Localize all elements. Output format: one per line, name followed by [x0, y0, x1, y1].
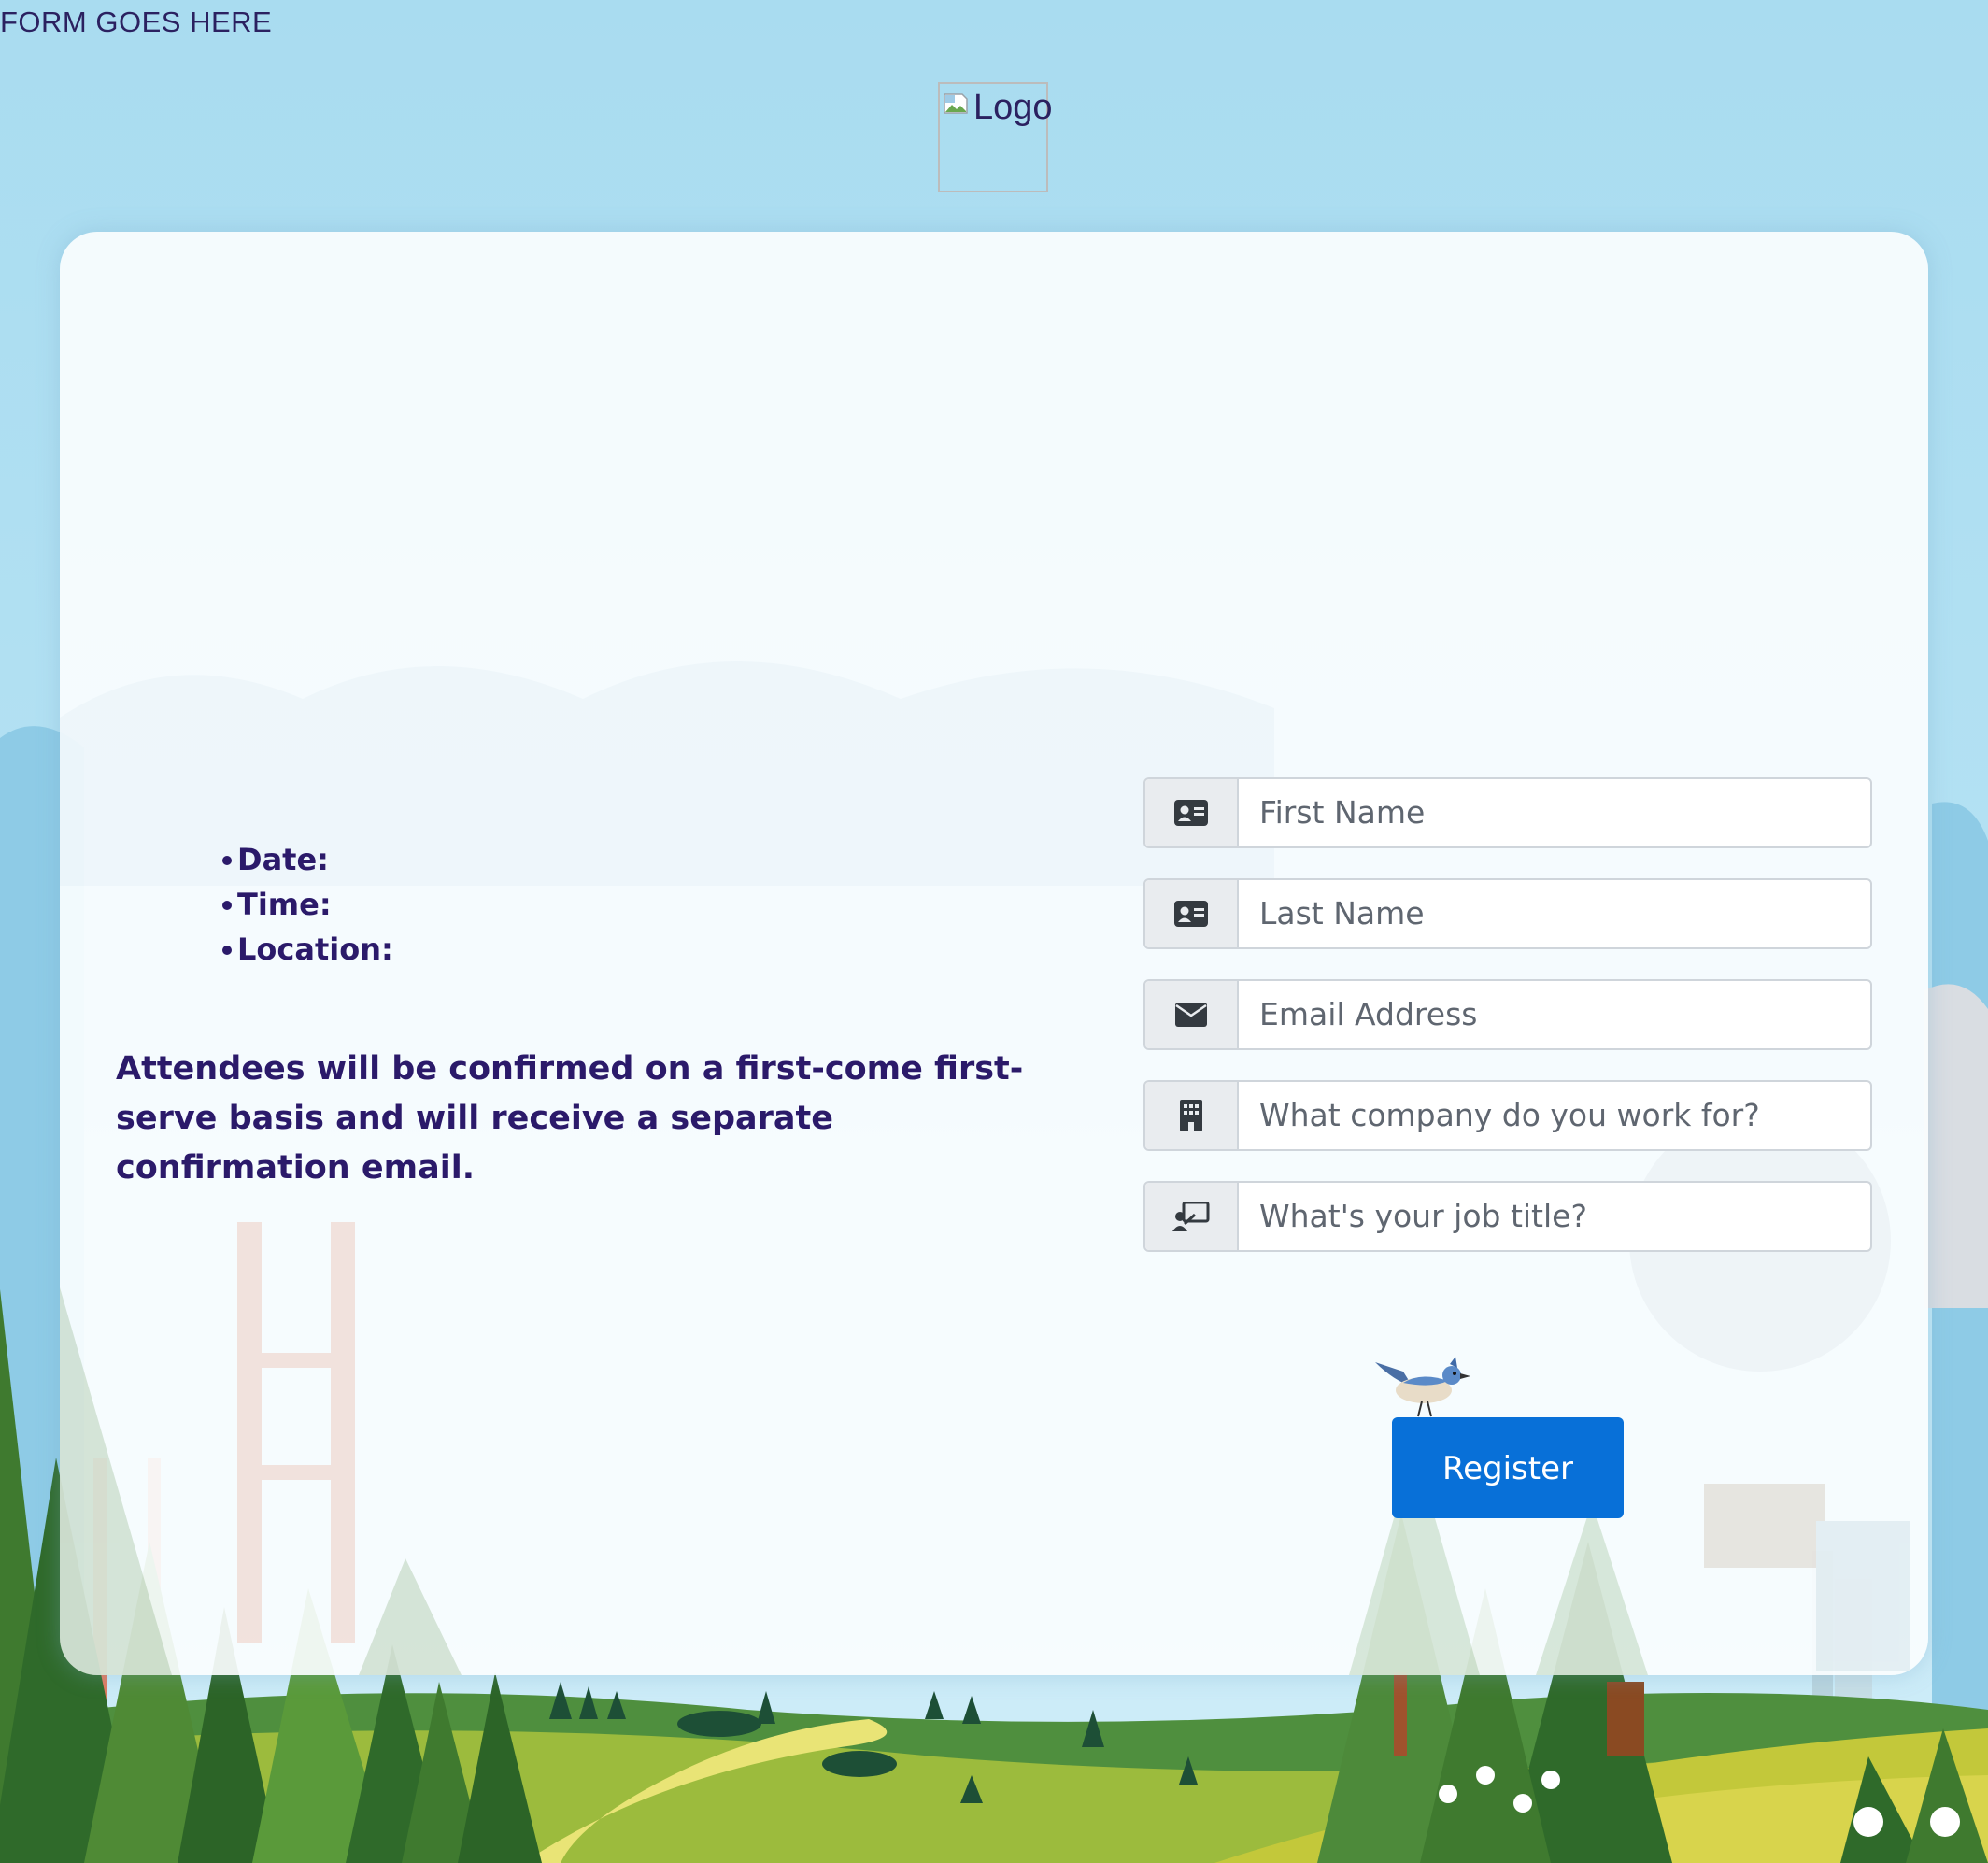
event-detail-location: Location: [163, 927, 393, 972]
event-detail-date: Date: [163, 837, 393, 882]
broken-image-icon [944, 93, 968, 114]
event-detail-label: Date: [237, 842, 329, 877]
id-card-icon [1145, 880, 1239, 947]
presenter-icon [1145, 1183, 1239, 1250]
id-card-icon [1145, 779, 1239, 846]
first-name-input[interactable] [1239, 779, 1870, 846]
form-placeholder-text: FORM GOES HERE [0, 6, 273, 38]
company-input[interactable] [1239, 1082, 1870, 1149]
bird-illustration [1375, 1357, 1470, 1417]
company-field[interactable]: What company do you work for? [1143, 1080, 1872, 1151]
event-details-list: Date: Time: Location: [163, 837, 393, 972]
building-icon [1145, 1082, 1239, 1149]
last-name-input[interactable] [1239, 880, 1870, 947]
logo-alt-text: Logo [973, 88, 1053, 127]
event-detail-time: Time: [163, 882, 393, 927]
bullet-icon [222, 946, 232, 955]
registration-card: Date: Time: Location: Attendees will be … [60, 232, 1928, 1675]
register-button[interactable]: Register [1392, 1417, 1624, 1518]
event-detail-label: Location: [237, 932, 393, 967]
confirmation-notice: Attendees will be confirmed on a first-c… [116, 1050, 1024, 1187]
job-title-field[interactable]: What's your job title? [1143, 1181, 1872, 1252]
email-input[interactable] [1239, 981, 1870, 1048]
logo-image: Logo [938, 82, 1053, 192]
email-field[interactable]: Email Address [1143, 979, 1872, 1050]
last-name-field[interactable]: Last Name [1143, 878, 1872, 949]
event-detail-label: Time: [237, 887, 332, 922]
bullet-icon [222, 901, 232, 910]
bullet-icon [222, 856, 232, 865]
job-title-input[interactable] [1239, 1183, 1870, 1250]
first-name-field[interactable]: First Name [1143, 777, 1872, 848]
envelope-icon [1145, 981, 1239, 1048]
